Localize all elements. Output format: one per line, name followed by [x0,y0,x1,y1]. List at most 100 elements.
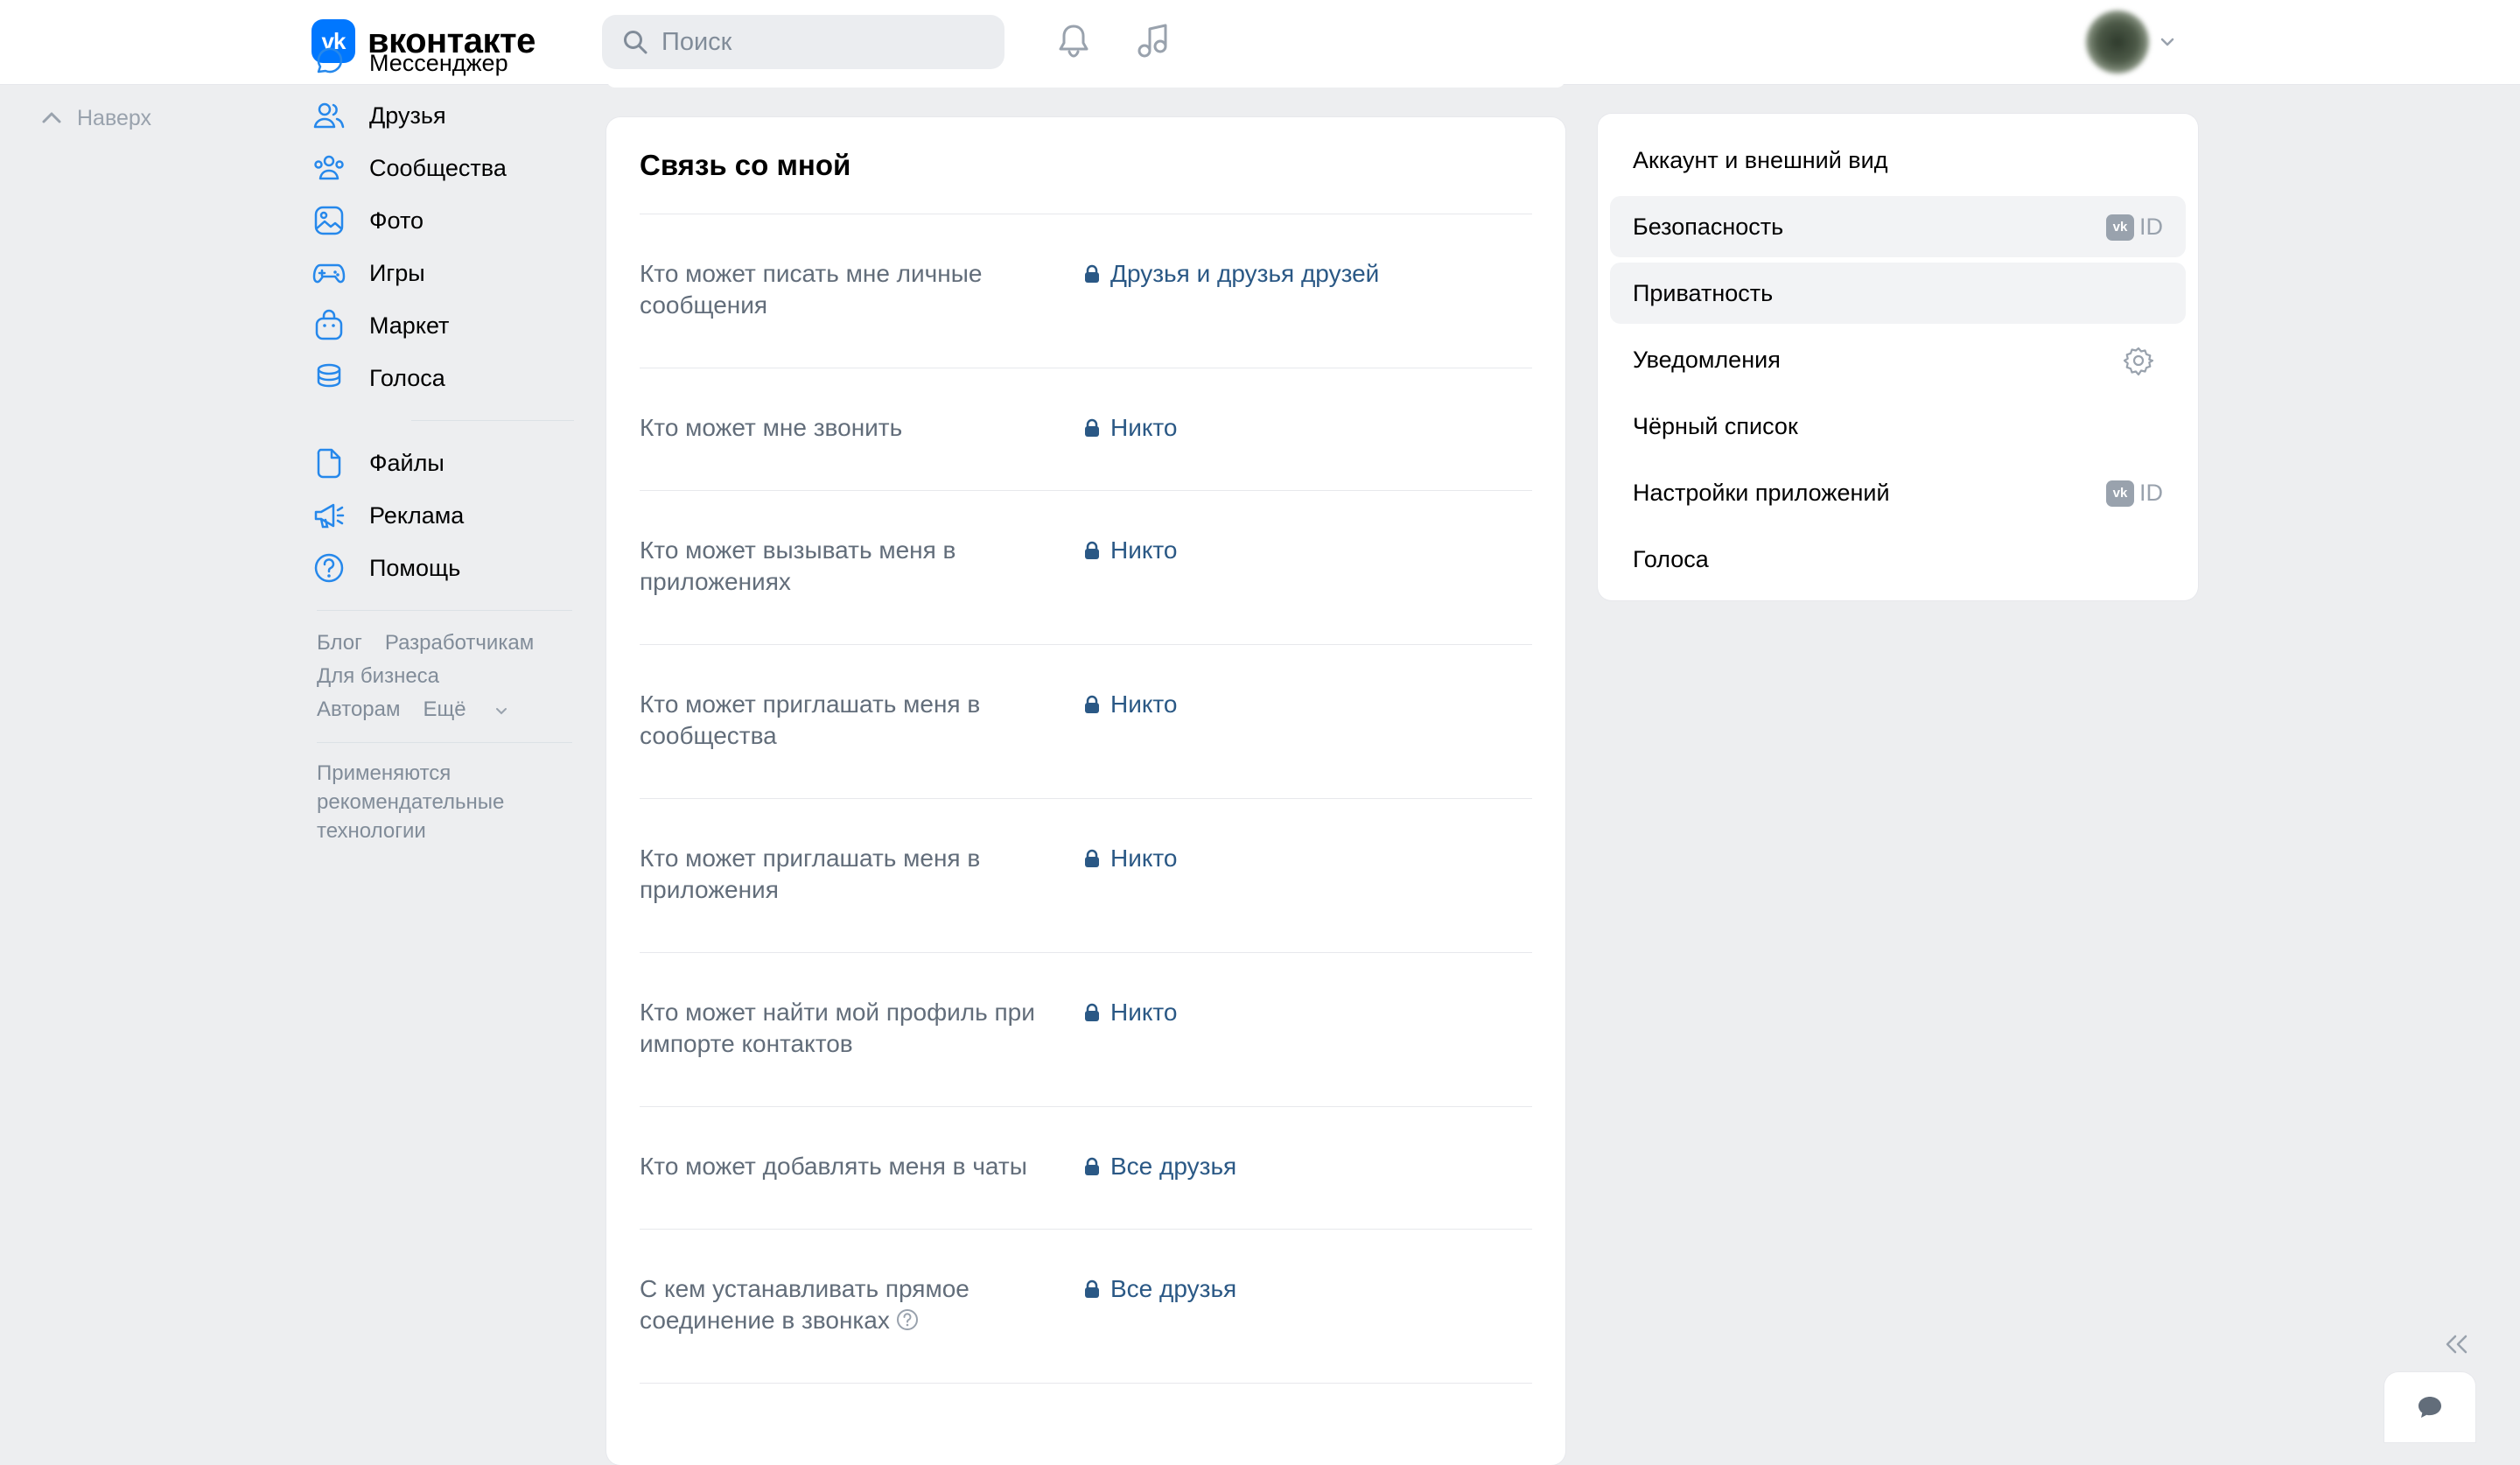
settings-item-security[interactable]: Безопасность vk ID [1610,196,2186,257]
sidebar-item-label: Игры [369,259,425,286]
sidebar-item-files[interactable]: Файлы [312,437,574,489]
settings-item-blacklist[interactable]: Чёрный список [1610,396,2186,457]
vk-id-icon: vk [2106,480,2134,507]
row-value-dropdown[interactable]: Никто [1084,412,1178,444]
avatar [2086,11,2149,74]
privacy-row-chats[interactable]: Кто может добавлять меня в чаты Все друз… [640,1107,1532,1230]
help-icon [314,553,344,583]
row-value-dropdown[interactable]: Никто [1084,997,1178,1028]
sidebar-divider [317,610,572,611]
sidebar-item-communities[interactable]: Сообщества [312,142,574,194]
sidebar-item-ads[interactable]: Реклама [312,489,574,542]
recommend-note[interactable]: Применяются рекомендательные технологии [317,759,544,845]
row-label: Кто может добавлять меня в чаты [640,1153,1027,1180]
row-value-label: Все друзья [1110,1275,1237,1302]
coins-icon [317,363,341,388]
settings-item-label: Голоса [1633,545,1709,572]
sidebar-item-label: Маркет [369,312,450,339]
lock-icon [1085,541,1099,559]
gear-icon [2123,347,2154,376]
row-value-dropdown[interactable]: Все друзья [1084,1273,1236,1305]
chat-bubble-icon [2418,1397,2441,1418]
row-value-dropdown[interactable]: Никто [1084,843,1178,874]
privacy-row-messages[interactable]: Кто может писать мне личные сообщения Др… [640,214,1532,368]
row-label: С кем устанавливать прямое соединение в … [640,1273,1060,1336]
scroll-to-top[interactable]: Наверх [38,105,151,131]
lock-icon [1085,849,1099,867]
lock-icon [1085,418,1099,437]
row-value-label: Никто [1110,999,1178,1026]
settings-item-votes[interactable]: Голоса [1610,529,2186,590]
row-value-label: Друзья и друзья друзей [1110,260,1380,287]
footer-link-more[interactable]: Ещё [424,697,508,721]
row-value-dropdown[interactable]: Никто [1084,689,1178,720]
row-label: Кто может приглашать меня в приложения [640,845,981,903]
sidebar-item-label: Фото [369,207,424,234]
sidebar-item-market[interactable]: Маркет [312,299,574,352]
privacy-row-calls[interactable]: Кто может мне звонить Никто [640,368,1532,491]
footer-link-blog[interactable]: Блог [317,631,362,655]
settings-item-privacy[interactable]: Приватность [1610,263,2186,324]
friends-icon [313,102,345,129]
privacy-row-contact-import[interactable]: Кто может найти мой профиль при импорте … [640,953,1532,1107]
sidebar-item-friends[interactable]: Друзья [312,89,574,142]
sidebar-item-games[interactable]: Игры [312,247,574,299]
footer-link-authors[interactable]: Авторам [317,697,401,721]
settings-item-app-settings[interactable]: Настройки приложений vk ID [1610,462,2186,523]
music-icon[interactable] [1132,19,1176,63]
section-title: Связь со мной [640,149,851,181]
settings-item-label: Безопасность [1633,213,1784,240]
privacy-section-card: Связь со мной Кто может писать мне личны… [606,117,1565,1465]
row-value-label: Никто [1110,845,1178,872]
sidebar-item-votes[interactable]: Голоса [312,352,574,404]
bell-icon[interactable] [1052,19,1096,63]
privacy-row-app-calls[interactable]: Кто может вызывать меня в приложениях Ни… [640,491,1532,645]
profile-menu[interactable] [2086,11,2175,74]
privacy-row-app-invites[interactable]: Кто может приглашать меня в приложения Н… [640,799,1532,953]
row-value-dropdown[interactable]: Все друзья [1084,1151,1236,1182]
vk-id-badge: vk ID [2106,214,2163,241]
search-box[interactable] [602,15,1004,69]
more-label: Ещё [423,697,466,721]
lock-icon [1085,695,1099,713]
sidebar-item-photo[interactable]: Фото [312,194,574,247]
vk-id-icon: vk [2106,214,2134,241]
footer-link-business[interactable]: Для бизнеса [317,664,439,688]
settings-item-label: Приватность [1633,279,1774,306]
settings-menu-card: Аккаунт и внешний вид Безопасность vk ID… [1598,114,2198,600]
collapse-chats-icon[interactable] [2441,1328,2473,1360]
vk-id-label: ID [2139,480,2163,506]
search-icon [624,31,648,54]
settings-item-label: Аккаунт и внешний вид [1633,146,1888,173]
privacy-row-p2p-calls[interactable]: С кем устанавливать прямое соединение в … [640,1230,1532,1384]
vk-id-badge: vk ID [2106,480,2163,507]
footer-link-developers[interactable]: Разработчикам [385,631,534,655]
photo-icon [314,206,344,235]
chat-button[interactable] [2384,1372,2475,1442]
vk-id-label: ID [2139,214,2163,240]
search-input[interactable] [660,26,978,58]
row-value-dropdown[interactable]: Никто [1084,535,1178,566]
sidebar-item-help[interactable]: Помощь [312,542,574,594]
settings-item-notifications[interactable]: Уведомления [1610,329,2186,390]
row-label: Кто может мне звонить [640,414,903,441]
lock-icon [1085,1279,1099,1298]
sidebar-item-label: Помощь [369,554,461,581]
sidebar-item-label: Друзья [369,102,446,129]
lock-icon [1085,264,1099,283]
row-value-dropdown[interactable]: Друзья и друзья друзей [1084,258,1379,290]
settings-item-account[interactable]: Аккаунт и внешний вид [1610,130,2186,191]
sidebar-item-label: Реклама [369,501,465,529]
sidebar-item-label: Мессенджер [369,49,508,76]
help-icon[interactable] [895,1307,920,1332]
privacy-row-community-invites[interactable]: Кто может приглашать меня в сообщества Н… [640,645,1532,799]
row-value-label: Никто [1110,536,1178,564]
row-label: Кто может приглашать меня в сообщества [640,690,981,749]
message-icon [317,47,343,74]
row-label-text: С кем устанавливать прямое соединение в … [640,1275,970,1334]
communities-icon [314,155,344,180]
scroll-up-label: Наверх [77,105,151,130]
sidebar-item-messenger[interactable]: Мессенджер [312,37,574,89]
sidebar-item-label: Файлы [369,449,444,476]
gamepad-icon [312,263,346,284]
